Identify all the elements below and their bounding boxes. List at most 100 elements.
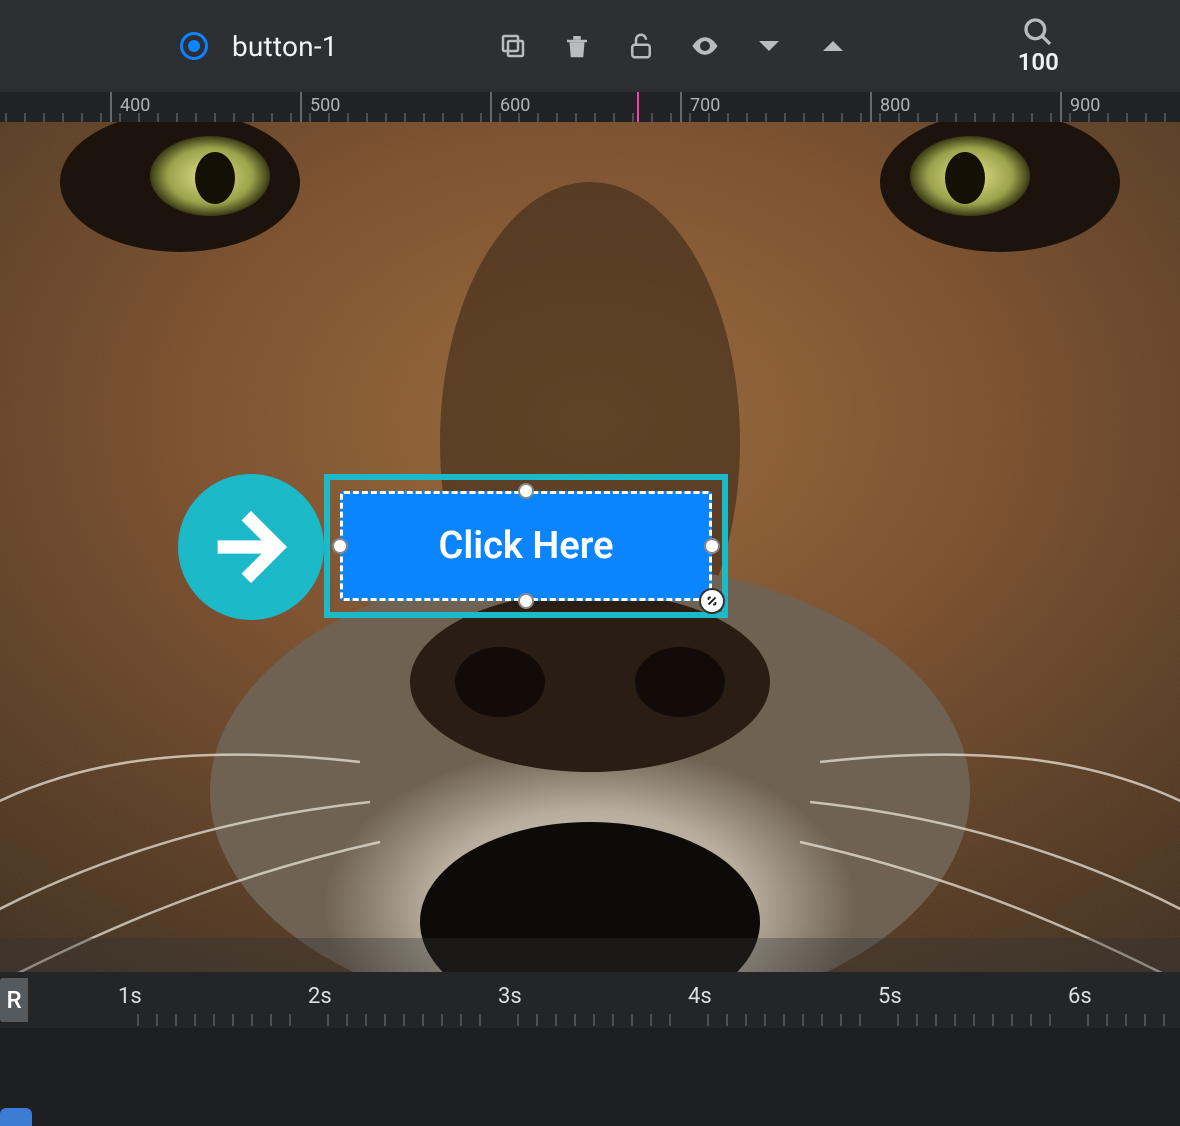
ruler-tick-minor — [1126, 113, 1128, 122]
timeline-tick — [650, 1014, 652, 1026]
ruler-tick-minor — [993, 113, 995, 122]
timeline-tick — [1011, 1014, 1013, 1026]
canvas-button[interactable]: Click Here — [340, 491, 712, 601]
ruler-tick-minor — [917, 113, 919, 122]
timeline-tick — [707, 1014, 709, 1026]
canvas-horizontal-scroll[interactable] — [0, 938, 1180, 972]
timeline-tick — [232, 1014, 234, 1026]
ruler-tick-minor — [423, 113, 425, 122]
timeline-label: 2s — [308, 984, 332, 1009]
timeline-tick — [555, 1014, 557, 1026]
timeline-track-area[interactable] — [0, 1028, 1180, 1126]
arrow-right-icon[interactable] — [178, 474, 324, 620]
timeline-tick — [289, 1014, 291, 1026]
ruler-tick-minor — [385, 113, 387, 122]
ruler-tick-minor — [62, 113, 64, 122]
timeline-ruler[interactable]: R 1s2s3s4s5s6s — [0, 972, 1180, 1028]
ruler-tick-minor — [328, 113, 330, 122]
timeline-tick — [270, 1014, 272, 1026]
ruler-tick-minor — [1088, 113, 1090, 122]
ruler-tick-minor — [100, 113, 102, 122]
timeline-clip[interactable] — [0, 1108, 32, 1126]
timeline-tick — [365, 1014, 367, 1026]
timeline-label: 1s — [118, 984, 142, 1009]
zoom-control[interactable]: 100 — [1018, 16, 1059, 76]
ruler-tick-major — [1060, 92, 1062, 122]
timeline-tick — [1163, 1014, 1165, 1026]
timeline-tick — [821, 1014, 823, 1026]
ruler-tick-minor — [81, 113, 83, 122]
unlock-icon[interactable] — [626, 31, 656, 61]
chevron-down-icon[interactable] — [754, 31, 784, 61]
ruler-tick-minor — [499, 113, 501, 122]
ruler-tick-major — [680, 92, 682, 122]
eye-icon[interactable] — [690, 31, 720, 61]
ruler-tick-minor — [43, 113, 45, 122]
ruler-tick-minor — [860, 113, 862, 122]
ruler-tick-minor — [480, 113, 482, 122]
editor-canvas[interactable]: Click Here — [0, 122, 1180, 972]
chevron-up-icon[interactable] — [818, 31, 848, 61]
ruler-tick-minor — [138, 113, 140, 122]
horizontal-ruler[interactable] — [0, 92, 1180, 122]
timeline-row-badge[interactable]: R — [0, 978, 28, 1022]
ruler-tick-minor — [708, 113, 710, 122]
ruler-tick-minor — [974, 113, 976, 122]
ruler-tick-minor — [252, 113, 254, 122]
ruler-tick-minor — [290, 113, 292, 122]
selection-handle-resize-icon[interactable] — [699, 588, 725, 614]
ruler-tick-minor — [518, 113, 520, 122]
ruler-tick-minor — [651, 113, 653, 122]
ruler-tick-minor — [233, 113, 235, 122]
ruler-tick-minor — [5, 113, 7, 122]
timeline-tick — [460, 1014, 462, 1026]
ruler-tick-minor — [309, 113, 311, 122]
timeline-tick — [840, 1014, 842, 1026]
timeline-tick — [327, 1014, 329, 1026]
ruler-tick-minor — [1031, 113, 1033, 122]
timeline-tick — [1030, 1014, 1032, 1026]
timeline-tick — [156, 1014, 158, 1026]
copy-icon[interactable] — [498, 31, 528, 61]
ruler-tick-major — [110, 92, 112, 122]
timeline-tick — [593, 1014, 595, 1026]
timeline-tick — [175, 1014, 177, 1026]
ruler-tick-minor — [157, 113, 159, 122]
selection-handle-top[interactable] — [518, 483, 534, 499]
ruler-tick-minor — [746, 113, 748, 122]
ruler-tick-minor — [1012, 113, 1014, 122]
timeline-tick — [916, 1014, 918, 1026]
canvas-button-label: Click Here — [438, 524, 613, 568]
selection-handle-right[interactable] — [704, 538, 720, 554]
ruler-tick-minor — [841, 113, 843, 122]
selection-handle-bottom[interactable] — [518, 593, 534, 609]
zoom-value: 100 — [1018, 48, 1059, 76]
timeline-tick — [1049, 1014, 1051, 1026]
ruler-tick-minor — [347, 113, 349, 122]
timeline-tick — [137, 1014, 139, 1026]
ruler-tick-minor — [803, 113, 805, 122]
ruler-tick-minor — [195, 113, 197, 122]
ruler-tick-minor — [898, 113, 900, 122]
element-radio-indicator[interactable] — [180, 32, 208, 60]
ruler-tick-minor — [176, 113, 178, 122]
selection-handle-left[interactable] — [332, 538, 348, 554]
ruler-tick-minor — [670, 113, 672, 122]
selected-element-name[interactable]: button-1 — [232, 30, 338, 63]
ruler-tick-major — [300, 92, 302, 122]
ruler-tick-minor — [1145, 113, 1147, 122]
timeline-tick — [669, 1014, 671, 1026]
timeline-tick — [422, 1014, 424, 1026]
ruler-tick-minor — [1164, 113, 1166, 122]
timeline-tick — [992, 1014, 994, 1026]
timeline-tick — [213, 1014, 215, 1026]
ruler-cursor[interactable] — [637, 92, 639, 122]
ruler-tick-minor — [1107, 113, 1109, 122]
ruler-tick-minor — [461, 113, 463, 122]
timeline-tick — [1106, 1014, 1108, 1026]
timeline-tick — [802, 1014, 804, 1026]
ruler-tick-major — [490, 92, 492, 122]
timeline-tick — [194, 1014, 196, 1026]
ruler-tick-minor — [214, 113, 216, 122]
trash-icon[interactable] — [562, 31, 592, 61]
